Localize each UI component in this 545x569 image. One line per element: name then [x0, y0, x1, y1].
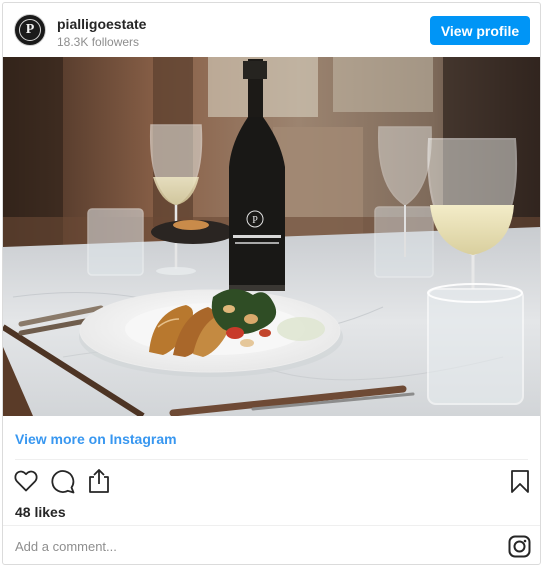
avatar[interactable]: P — [14, 14, 46, 46]
view-more-link[interactable]: View more on Instagram — [15, 431, 177, 447]
speech-bubble-icon[interactable] — [50, 469, 76, 494]
avatar-logo-letter: P — [25, 22, 35, 37]
share-icon[interactable] — [87, 468, 111, 494]
follower-count: 18.3K followers — [57, 35, 140, 49]
svg-text:P: P — [252, 215, 258, 226]
likes-count[interactable]: 48 likes — [15, 504, 66, 520]
comment-section — [3, 525, 540, 564]
comment-input[interactable] — [13, 534, 477, 558]
instagram-icon[interactable] — [508, 535, 531, 558]
food-and-wine-photo: P — [3, 57, 540, 416]
instagram-embed-card: P pialligoestate 18.3K followers View pr… — [2, 2, 541, 565]
post-header: P pialligoestate 18.3K followers View pr… — [3, 3, 540, 59]
username[interactable]: pialligoestate — [57, 16, 146, 32]
view-profile-button[interactable]: View profile — [430, 16, 530, 45]
heart-icon[interactable] — [13, 469, 39, 493]
divider — [15, 459, 528, 460]
bookmark-icon[interactable] — [510, 469, 530, 494]
post-image[interactable]: P — [3, 57, 540, 416]
